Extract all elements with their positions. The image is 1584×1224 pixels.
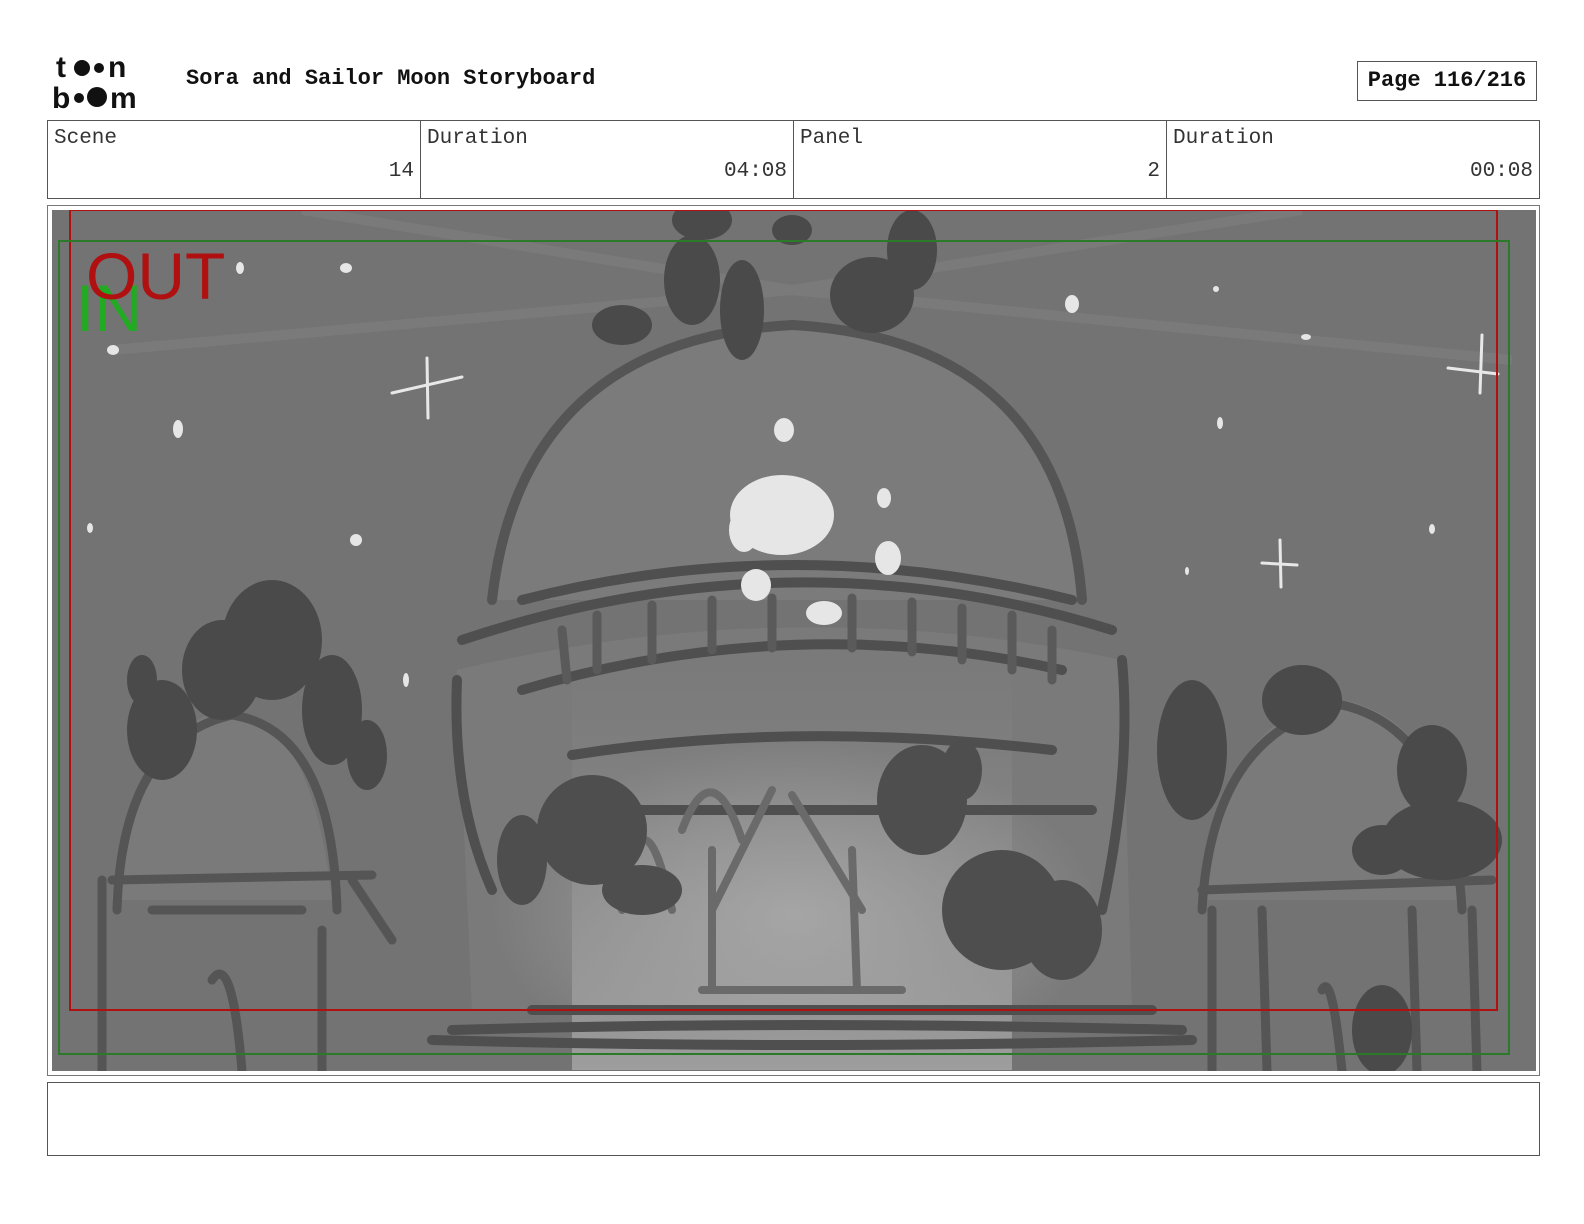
panel-value: 2	[1147, 160, 1160, 183]
panel-cell: Panel 2	[794, 121, 1167, 198]
panel-duration-value: 00:08	[1469, 160, 1533, 183]
svg-text:b: b	[52, 82, 70, 112]
svg-text:m: m	[110, 82, 137, 112]
panel-duration-cell: Duration 00:08	[1167, 121, 1539, 198]
svg-text:n: n	[108, 51, 126, 84]
storyboard-panel-drawing: IN OUT	[52, 210, 1536, 1071]
scene-duration-value: 04:08	[723, 160, 787, 183]
scene-cell: Scene 14	[48, 121, 421, 198]
svg-text:t: t	[56, 51, 66, 84]
scene-info-table: Scene 14 Duration 04:08 Panel 2 Duration…	[47, 120, 1540, 199]
document-title: Sora and Sailor Moon Storyboard	[186, 66, 596, 91]
scene-value: 14	[388, 160, 414, 183]
toon-boom-logo: t n b m	[52, 50, 164, 112]
scene-duration-label: Duration	[427, 127, 528, 150]
panel-duration-label: Duration	[1173, 127, 1274, 150]
scene-label: Scene	[54, 127, 118, 150]
out-label: OUT	[86, 239, 225, 313]
page-indicator: Page 116/216	[1357, 61, 1537, 101]
panel-label: Panel	[800, 127, 864, 150]
panel-notes-box	[47, 1082, 1540, 1156]
scene-duration-cell: Duration 04:08	[421, 121, 794, 198]
